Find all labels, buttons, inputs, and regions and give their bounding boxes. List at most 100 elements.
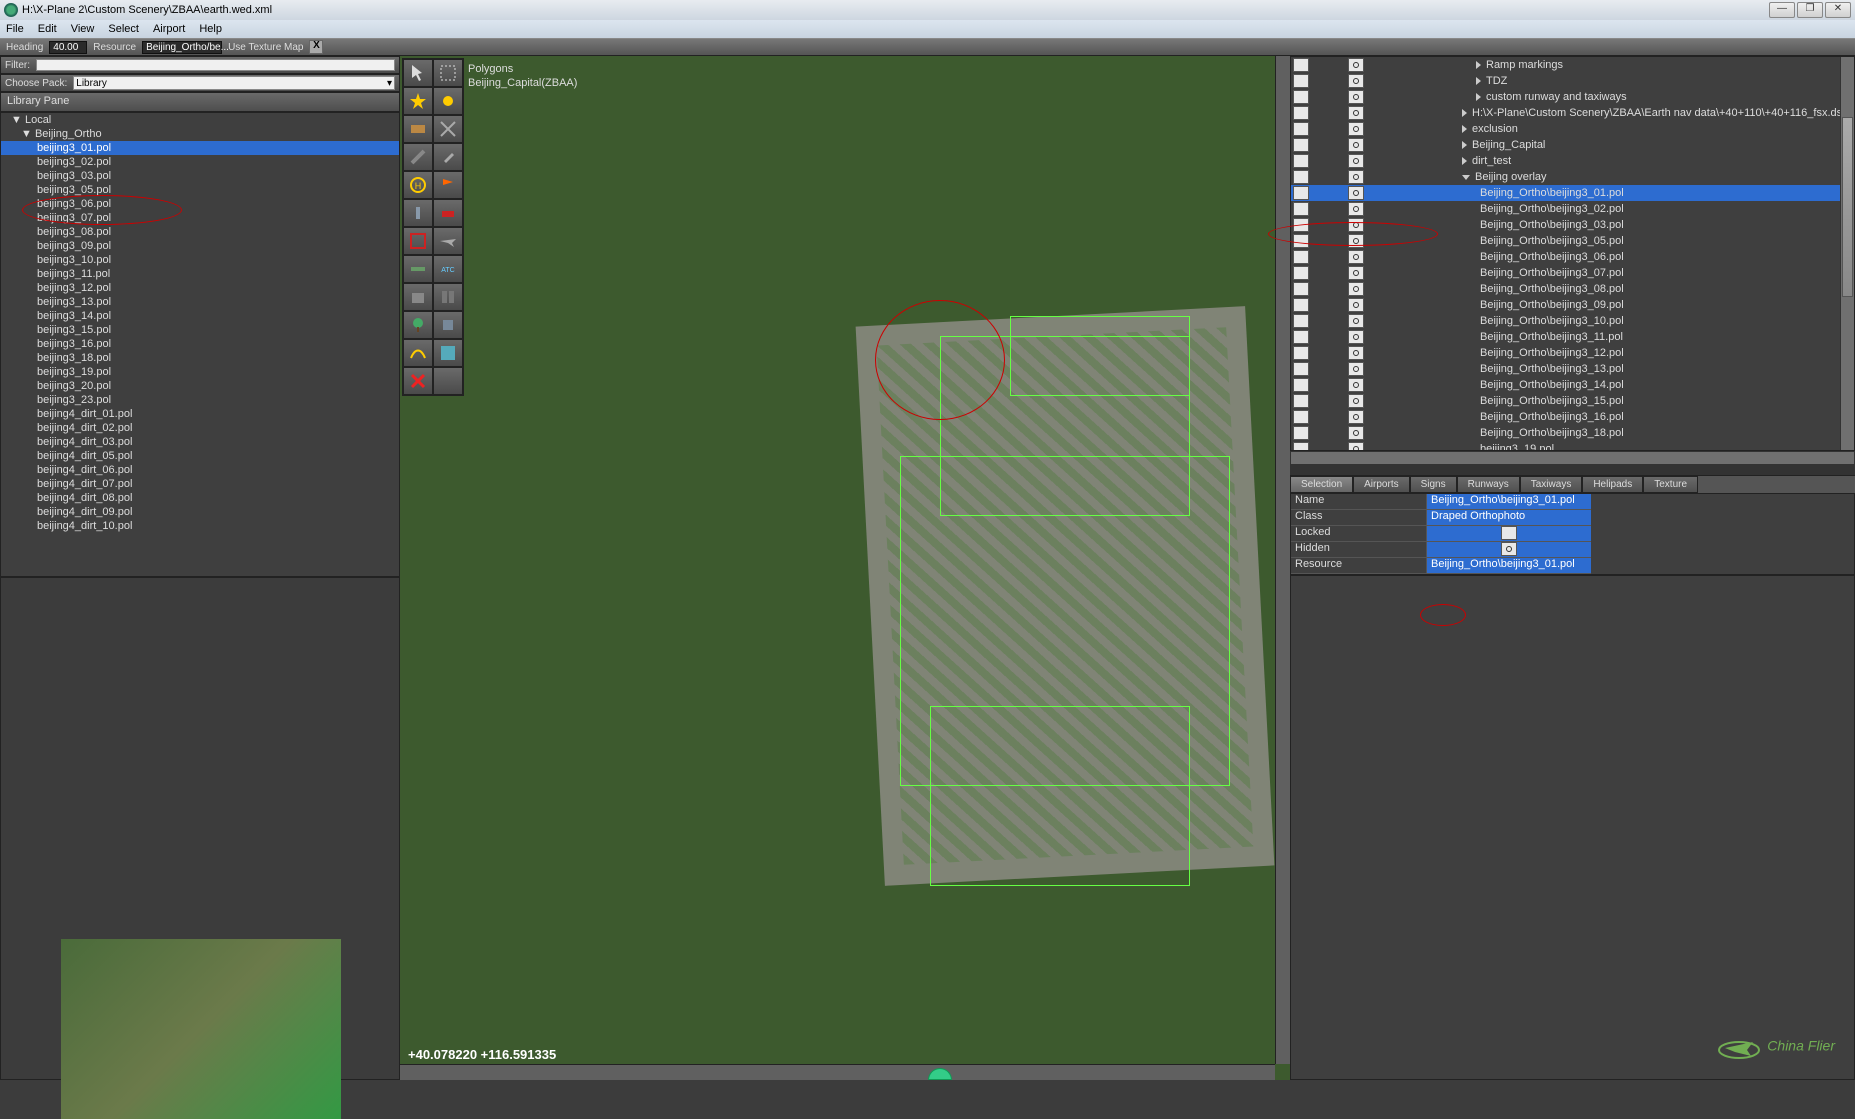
library-tree[interactable]: ▼ Local ▼ Beijing_Ortho beijing3_01.polb… — [0, 112, 400, 577]
tool-building[interactable] — [403, 283, 433, 311]
lock-checkbox[interactable] — [1293, 346, 1309, 360]
library-item[interactable]: beijing3_06.pol — [1, 197, 399, 211]
use-texture-button[interactable]: X — [309, 40, 323, 54]
hide-checkbox[interactable] — [1348, 106, 1364, 120]
menu-select[interactable]: Select — [108, 23, 139, 35]
tool-marquee[interactable] — [433, 59, 463, 87]
library-item[interactable]: beijing3_19.pol — [1, 365, 399, 379]
library-item[interactable]: beijing3_12.pol — [1, 281, 399, 295]
tab-airports[interactable]: Airports — [1353, 476, 1409, 493]
menu-edit[interactable]: Edit — [38, 23, 57, 35]
expand-icon[interactable] — [1476, 77, 1481, 85]
library-item[interactable]: beijing3_08.pol — [1, 225, 399, 239]
map-viewport[interactable]: Polygons Beijing_Capital(ZBAA) +40.07822… — [400, 56, 1290, 1080]
tool-polygon[interactable] — [433, 339, 463, 367]
library-item[interactable]: beijing4_dirt_10.pol — [1, 519, 399, 533]
hierarchy-row[interactable]: Beijing_Ortho\beijing3_05.pol — [1291, 233, 1854, 249]
library-item[interactable]: beijing3_14.pol — [1, 309, 399, 323]
hide-checkbox[interactable] — [1348, 234, 1364, 248]
hide-checkbox[interactable] — [1348, 186, 1364, 200]
expand-icon[interactable] — [1476, 93, 1481, 101]
hide-checkbox[interactable] — [1348, 346, 1364, 360]
lock-checkbox[interactable] — [1293, 122, 1309, 136]
hierarchy-row[interactable]: Beijing_Ortho\beijing3_15.pol — [1291, 393, 1854, 409]
library-item[interactable]: beijing4_dirt_01.pol — [1, 407, 399, 421]
hide-checkbox[interactable] — [1348, 218, 1364, 232]
lock-checkbox[interactable] — [1293, 266, 1309, 280]
tab-helipads[interactable]: Helipads — [1582, 476, 1643, 493]
hide-checkbox[interactable] — [1348, 282, 1364, 296]
tool-empty[interactable] — [433, 367, 463, 395]
close-button[interactable]: ✕ — [1825, 2, 1851, 18]
lock-checkbox[interactable] — [1293, 314, 1309, 328]
tool-facade[interactable] — [433, 283, 463, 311]
tool-star[interactable] — [403, 87, 433, 115]
hierarchy-scrollbar-h[interactable] — [1290, 451, 1855, 465]
hierarchy-row[interactable]: Beijing_Ortho\beijing3_06.pol — [1291, 249, 1854, 265]
lock-checkbox[interactable] — [1293, 426, 1309, 440]
tool-atc[interactable]: ATC — [433, 255, 463, 283]
tool-boundary[interactable] — [433, 199, 463, 227]
library-item[interactable]: beijing4_dirt_07.pol — [1, 477, 399, 491]
hide-checkbox[interactable] — [1348, 314, 1364, 328]
hierarchy-row[interactable]: Beijing_Ortho\beijing3_11.pol — [1291, 329, 1854, 345]
hierarchy-row[interactable]: Beijing overlay — [1291, 169, 1854, 185]
tool-helipad[interactable]: H — [403, 171, 433, 199]
lock-checkbox[interactable] — [1293, 410, 1309, 424]
property-checkbox[interactable] — [1501, 542, 1517, 556]
hierarchy-row[interactable]: beijing3_19.pol — [1291, 441, 1854, 451]
hierarchy-row[interactable]: exclusion — [1291, 121, 1854, 137]
lock-checkbox[interactable] — [1293, 138, 1309, 152]
hierarchy-row[interactable]: Beijing_Ortho\beijing3_07.pol — [1291, 265, 1854, 281]
tool-forest[interactable] — [403, 311, 433, 339]
lock-checkbox[interactable] — [1293, 378, 1309, 392]
hide-checkbox[interactable] — [1348, 122, 1364, 136]
lock-checkbox[interactable] — [1293, 282, 1309, 296]
tab-selection[interactable]: Selection — [1290, 476, 1353, 493]
library-item[interactable]: beijing4_dirt_02.pol — [1, 421, 399, 435]
menu-view[interactable]: View — [71, 23, 95, 35]
menu-airport[interactable]: Airport — [153, 23, 185, 35]
lock-checkbox[interactable] — [1293, 170, 1309, 184]
library-item[interactable]: beijing3_01.pol — [1, 141, 399, 155]
hierarchy-row[interactable]: Beijing_Ortho\beijing3_03.pol — [1291, 217, 1854, 233]
hide-checkbox[interactable] — [1348, 442, 1364, 451]
library-item[interactable]: beijing3_05.pol — [1, 183, 399, 197]
hierarchy-row[interactable]: Beijing_Ortho\beijing3_02.pol — [1291, 201, 1854, 217]
lock-checkbox[interactable] — [1293, 154, 1309, 168]
hide-checkbox[interactable] — [1348, 202, 1364, 216]
minimize-button[interactable]: — — [1769, 2, 1795, 18]
library-item[interactable]: beijing4_dirt_03.pol — [1, 435, 399, 449]
hide-checkbox[interactable] — [1348, 394, 1364, 408]
library-folder[interactable]: ▼ Beijing_Ortho — [1, 127, 399, 141]
hierarchy-row[interactable]: custom runway and taxiways — [1291, 89, 1854, 105]
tool-object[interactable] — [433, 311, 463, 339]
tool-light[interactable] — [433, 87, 463, 115]
tab-signs[interactable]: Signs — [1410, 476, 1457, 493]
hierarchy-row[interactable]: Beijing_Ortho\beijing3_12.pol — [1291, 345, 1854, 361]
library-item[interactable]: beijing3_07.pol — [1, 211, 399, 225]
property-value[interactable]: Draped Orthophoto — [1427, 510, 1591, 526]
hide-checkbox[interactable] — [1348, 362, 1364, 376]
hierarchy-row[interactable]: Beijing_Ortho\beijing3_18.pol — [1291, 425, 1854, 441]
property-value[interactable]: Beijing_Ortho\beijing3_01.pol — [1427, 558, 1591, 574]
hierarchy-row[interactable]: Beijing_Ortho\beijing3_01.pol — [1291, 185, 1854, 201]
tool-exclusion[interactable] — [403, 227, 433, 255]
hierarchy-row[interactable]: Beijing_Ortho\beijing3_16.pol — [1291, 409, 1854, 425]
lock-checkbox[interactable] — [1293, 394, 1309, 408]
hide-checkbox[interactable] — [1348, 266, 1364, 280]
tool-sign[interactable] — [403, 115, 433, 143]
library-item[interactable]: beijing3_16.pol — [1, 337, 399, 351]
library-item[interactable]: beijing4_dirt_09.pol — [1, 505, 399, 519]
expand-icon[interactable] — [1462, 141, 1467, 149]
tab-texture[interactable]: Texture — [1643, 476, 1698, 493]
library-item[interactable]: beijing3_18.pol — [1, 351, 399, 365]
maximize-button[interactable]: ❐ — [1797, 2, 1823, 18]
lock-checkbox[interactable] — [1293, 362, 1309, 376]
tool-runway[interactable] — [403, 143, 433, 171]
menu-file[interactable]: File — [6, 23, 24, 35]
library-item[interactable]: beijing3_20.pol — [1, 379, 399, 393]
expand-icon[interactable] — [1462, 157, 1467, 165]
property-value[interactable] — [1427, 526, 1591, 542]
hierarchy-row[interactable]: Beijing_Ortho\beijing3_13.pol — [1291, 361, 1854, 377]
